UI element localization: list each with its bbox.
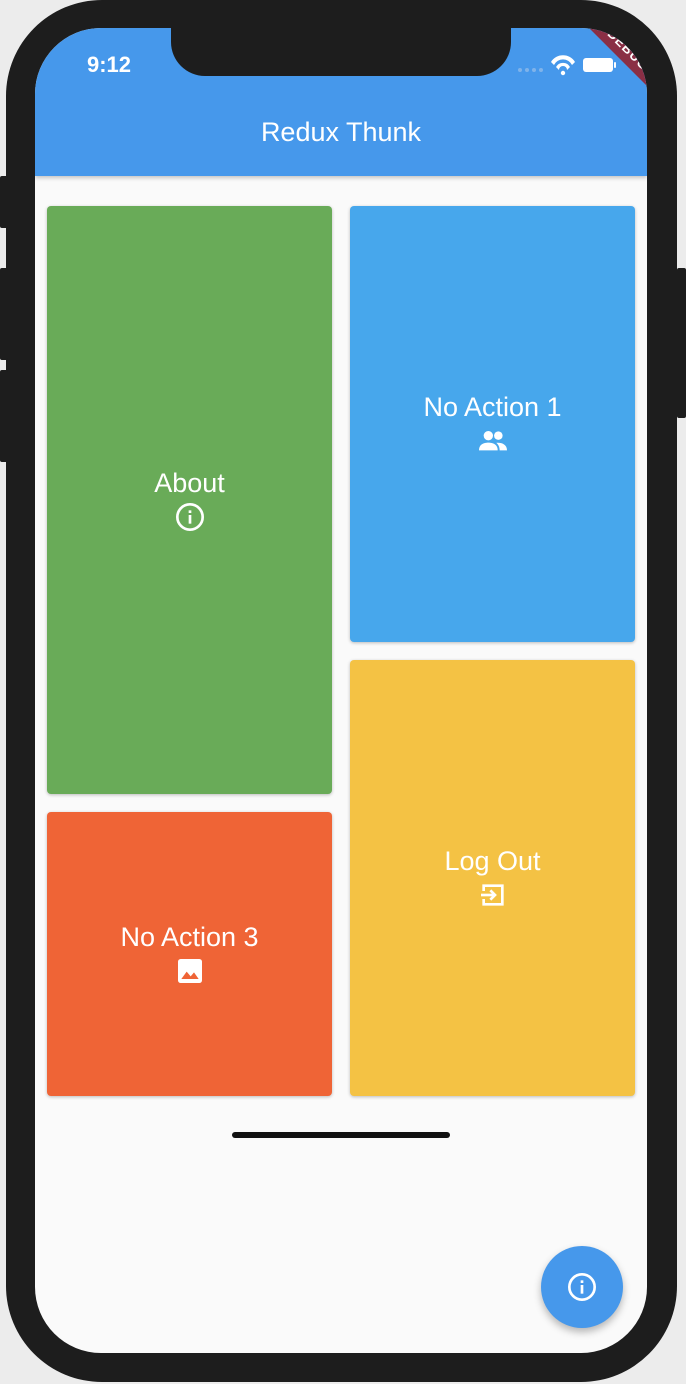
volume-up-button [0, 268, 8, 360]
no-action-3-tile[interactable]: No Action 3 [47, 812, 332, 1096]
volume-down-button [0, 370, 8, 462]
signal-icon [518, 68, 543, 72]
app-bar: 9:12 Redux Thunk [35, 28, 647, 176]
people-icon [478, 431, 507, 451]
silent-switch [0, 176, 8, 228]
app-bar-title: Redux Thunk [260, 117, 422, 147]
log-out-tile[interactable]: Log Out [350, 660, 635, 1096]
power-button [677, 268, 686, 418]
screen: 9:12 Redux Thunk DEBUG About No Action 1… [35, 28, 647, 1353]
log-out-tile-label: Log Out [444, 846, 541, 876]
image-icon [177, 959, 202, 983]
info-fab[interactable] [541, 1246, 623, 1328]
about-tile-label: About [154, 468, 225, 498]
no-action-3-tile-label: No Action 3 [120, 922, 259, 952]
home-indicator [232, 1132, 450, 1138]
no-action-1-tile[interactable]: No Action 1 [350, 206, 635, 642]
about-tile[interactable]: About [47, 206, 332, 794]
info-icon [568, 1273, 596, 1301]
status-time: 9:12 [87, 52, 132, 77]
notch [171, 28, 511, 76]
info-icon [175, 503, 204, 531]
exit-icon [480, 884, 504, 906]
no-action-1-tile-label: No Action 1 [423, 392, 562, 422]
battery-icon [583, 58, 616, 72]
wifi-icon [551, 55, 575, 76]
